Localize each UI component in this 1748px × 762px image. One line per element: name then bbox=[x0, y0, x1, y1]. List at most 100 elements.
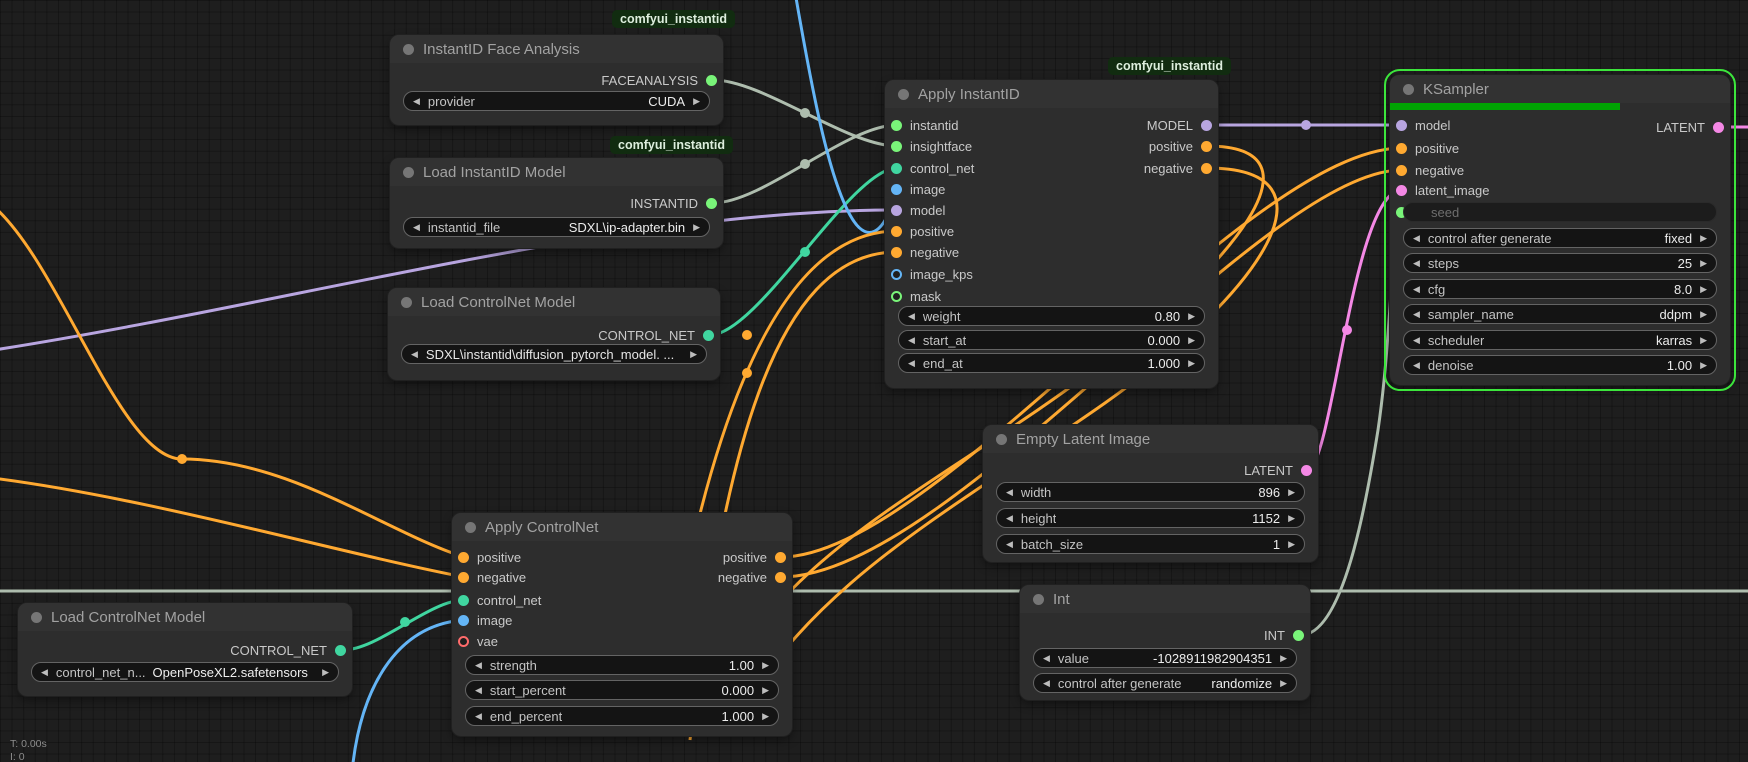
widget-increment-icon[interactable]: ▶ bbox=[322, 668, 329, 677]
output-slot-positive[interactable]: positive bbox=[723, 549, 792, 565]
widget-increment-icon[interactable]: ▶ bbox=[1280, 654, 1287, 663]
node-load-controlnet-model-top[interactable]: Load ControlNet ModelCONTROL_NET◀SDXL\in… bbox=[388, 288, 720, 380]
widget-end_percent[interactable]: ◀end_percent1.000▶ bbox=[465, 706, 779, 726]
collapse-dot-icon[interactable] bbox=[403, 44, 414, 55]
input-dot-model[interactable] bbox=[1396, 120, 1407, 131]
widget-decrement-icon[interactable]: ◀ bbox=[41, 668, 48, 677]
widget-batch_size[interactable]: ◀batch_size1▶ bbox=[996, 534, 1305, 554]
widget-seed[interactable]: seed bbox=[1403, 202, 1717, 222]
node-load-controlnet-model-bottom[interactable]: Load ControlNet ModelCONTROL_NET◀control… bbox=[18, 603, 352, 696]
input-slot-mask[interactable]: mask bbox=[885, 288, 941, 304]
input-slot-negative[interactable]: negative bbox=[885, 244, 959, 260]
collapse-dot-icon[interactable] bbox=[401, 297, 412, 308]
widget-decrement-icon[interactable]: ◀ bbox=[1413, 285, 1420, 294]
input-dot-mask[interactable] bbox=[891, 291, 902, 302]
output-slot-INSTANTID[interactable]: INSTANTID bbox=[630, 195, 723, 211]
output-dot-positive[interactable] bbox=[1201, 141, 1212, 152]
widget-decrement-icon[interactable]: ◀ bbox=[1413, 259, 1420, 268]
widget-decrement-icon[interactable]: ◀ bbox=[1006, 488, 1013, 497]
widget-increment-icon[interactable]: ▶ bbox=[1188, 359, 1195, 368]
widget-scheduler[interactable]: ◀schedulerkarras▶ bbox=[1403, 330, 1717, 350]
widget-SDXL\instantid\diffusion_pytorch_model. ...[interactable]: ◀SDXL\instantid\diffusion_pytorch_model.… bbox=[401, 344, 707, 364]
input-dot-positive[interactable] bbox=[458, 552, 469, 563]
input-slot-negative[interactable]: negative bbox=[452, 569, 526, 585]
input-dot-positive[interactable] bbox=[891, 226, 902, 237]
widget-increment-icon[interactable]: ▶ bbox=[1188, 336, 1195, 345]
collapse-dot-icon[interactable] bbox=[403, 167, 414, 178]
node-title[interactable]: Empty Latent Image bbox=[983, 425, 1318, 453]
node-ksampler[interactable]: KSamplermodelpositivenegativelatent_imag… bbox=[1390, 75, 1730, 385]
widget-increment-icon[interactable]: ▶ bbox=[1700, 234, 1707, 243]
widget-increment-icon[interactable]: ▶ bbox=[762, 712, 769, 721]
output-slot-LATENT[interactable]: LATENT bbox=[1656, 119, 1730, 135]
widget-decrement-icon[interactable]: ◀ bbox=[1006, 540, 1013, 549]
widget-start_percent[interactable]: ◀start_percent0.000▶ bbox=[465, 680, 779, 700]
widget-increment-icon[interactable]: ▶ bbox=[1700, 336, 1707, 345]
input-slot-positive[interactable]: positive bbox=[885, 223, 954, 239]
output-dot-MODEL[interactable] bbox=[1201, 120, 1212, 131]
output-slot-positive[interactable]: positive bbox=[1149, 138, 1218, 154]
node-empty-latent-image[interactable]: Empty Latent ImageLATENT◀width896▶◀heigh… bbox=[983, 425, 1318, 562]
output-dot-CONTROL_NET[interactable] bbox=[335, 645, 346, 656]
input-dot-model[interactable] bbox=[891, 205, 902, 216]
widget-denoise[interactable]: ◀denoise1.00▶ bbox=[1403, 355, 1717, 375]
collapse-dot-icon[interactable] bbox=[1033, 594, 1044, 605]
output-dot-LATENT[interactable] bbox=[1713, 122, 1724, 133]
widget-decrement-icon[interactable]: ◀ bbox=[908, 336, 915, 345]
output-dot-negative[interactable] bbox=[775, 572, 786, 583]
widget-cfg[interactable]: ◀cfg8.0▶ bbox=[1403, 279, 1717, 299]
widget-increment-icon[interactable]: ▶ bbox=[1280, 679, 1287, 688]
widget-weight[interactable]: ◀weight0.80▶ bbox=[898, 306, 1205, 326]
widget-increment-icon[interactable]: ▶ bbox=[1288, 514, 1295, 523]
collapse-dot-icon[interactable] bbox=[1403, 84, 1414, 95]
node-apply-controlnet[interactable]: Apply ControlNetpositivenegativecontrol_… bbox=[452, 513, 792, 736]
widget-strength[interactable]: ◀strength1.00▶ bbox=[465, 655, 779, 675]
input-dot-vae[interactable] bbox=[458, 636, 469, 647]
output-slot-INT[interactable]: INT bbox=[1264, 627, 1310, 643]
widget-decrement-icon[interactable]: ◀ bbox=[475, 712, 482, 721]
widget-decrement-icon[interactable]: ◀ bbox=[1413, 361, 1420, 370]
widget-decrement-icon[interactable]: ◀ bbox=[1413, 310, 1420, 319]
node-instantid-face-analysis[interactable]: InstantID Face AnalysisFACEANALYSIS◀prov… bbox=[390, 35, 723, 125]
input-dot-insightface[interactable] bbox=[891, 141, 902, 152]
node-graph-canvas[interactable]: T: 0.00s I: 0 InstantID Face AnalysisFAC… bbox=[0, 0, 1748, 762]
widget-sampler_name[interactable]: ◀sampler_nameddpm▶ bbox=[1403, 304, 1717, 324]
output-dot-positive[interactable] bbox=[775, 552, 786, 563]
output-slot-MODEL[interactable]: MODEL bbox=[1147, 117, 1218, 133]
input-slot-instantid[interactable]: instantid bbox=[885, 117, 958, 133]
widget-start_at[interactable]: ◀start_at0.000▶ bbox=[898, 330, 1205, 350]
widget-decrement-icon[interactable]: ◀ bbox=[413, 97, 420, 106]
widget-increment-icon[interactable]: ▶ bbox=[762, 661, 769, 670]
input-slot-control_net[interactable]: control_net bbox=[885, 160, 974, 176]
output-dot-INT[interactable] bbox=[1293, 630, 1304, 641]
output-dot-FACEANALYSIS[interactable] bbox=[706, 75, 717, 86]
input-dot-image_kps[interactable] bbox=[891, 269, 902, 280]
input-slot-positive[interactable]: positive bbox=[1390, 140, 1459, 156]
widget-increment-icon[interactable]: ▶ bbox=[1700, 285, 1707, 294]
collapse-dot-icon[interactable] bbox=[898, 89, 909, 100]
input-dot-latent_image[interactable] bbox=[1396, 185, 1407, 196]
node-title[interactable]: Load InstantID Model bbox=[390, 158, 723, 186]
widget-decrement-icon[interactable]: ◀ bbox=[411, 350, 418, 359]
node-title[interactable]: Int bbox=[1020, 585, 1310, 613]
node-title[interactable]: InstantID Face Analysis bbox=[390, 35, 723, 63]
node-title[interactable]: KSampler bbox=[1390, 75, 1730, 103]
node-load-instantid-model[interactable]: Load InstantID ModelINSTANTID◀instantid_… bbox=[390, 158, 723, 248]
node-title[interactable]: Load ControlNet Model bbox=[18, 603, 352, 631]
input-slot-image[interactable]: image bbox=[885, 181, 945, 197]
widget-decrement-icon[interactable]: ◀ bbox=[1043, 679, 1050, 688]
node-int[interactable]: IntINT◀value-1028911982904351▶◀control a… bbox=[1020, 585, 1310, 700]
widget-decrement-icon[interactable]: ◀ bbox=[413, 223, 420, 232]
widget-increment-icon[interactable]: ▶ bbox=[693, 223, 700, 232]
widget-increment-icon[interactable]: ▶ bbox=[1288, 540, 1295, 549]
widget-increment-icon[interactable]: ▶ bbox=[1700, 310, 1707, 319]
output-slot-LATENT[interactable]: LATENT bbox=[1244, 462, 1318, 478]
widget-decrement-icon[interactable]: ◀ bbox=[908, 359, 915, 368]
input-slot-negative[interactable]: negative bbox=[1390, 162, 1464, 178]
input-dot-image[interactable] bbox=[458, 615, 469, 626]
output-slot-CONTROL_NET[interactable]: CONTROL_NET bbox=[230, 642, 352, 658]
widget-width[interactable]: ◀width896▶ bbox=[996, 482, 1305, 502]
input-dot-negative[interactable] bbox=[458, 572, 469, 583]
node-title[interactable]: Load ControlNet Model bbox=[388, 288, 720, 316]
input-slot-positive[interactable]: positive bbox=[452, 549, 521, 565]
